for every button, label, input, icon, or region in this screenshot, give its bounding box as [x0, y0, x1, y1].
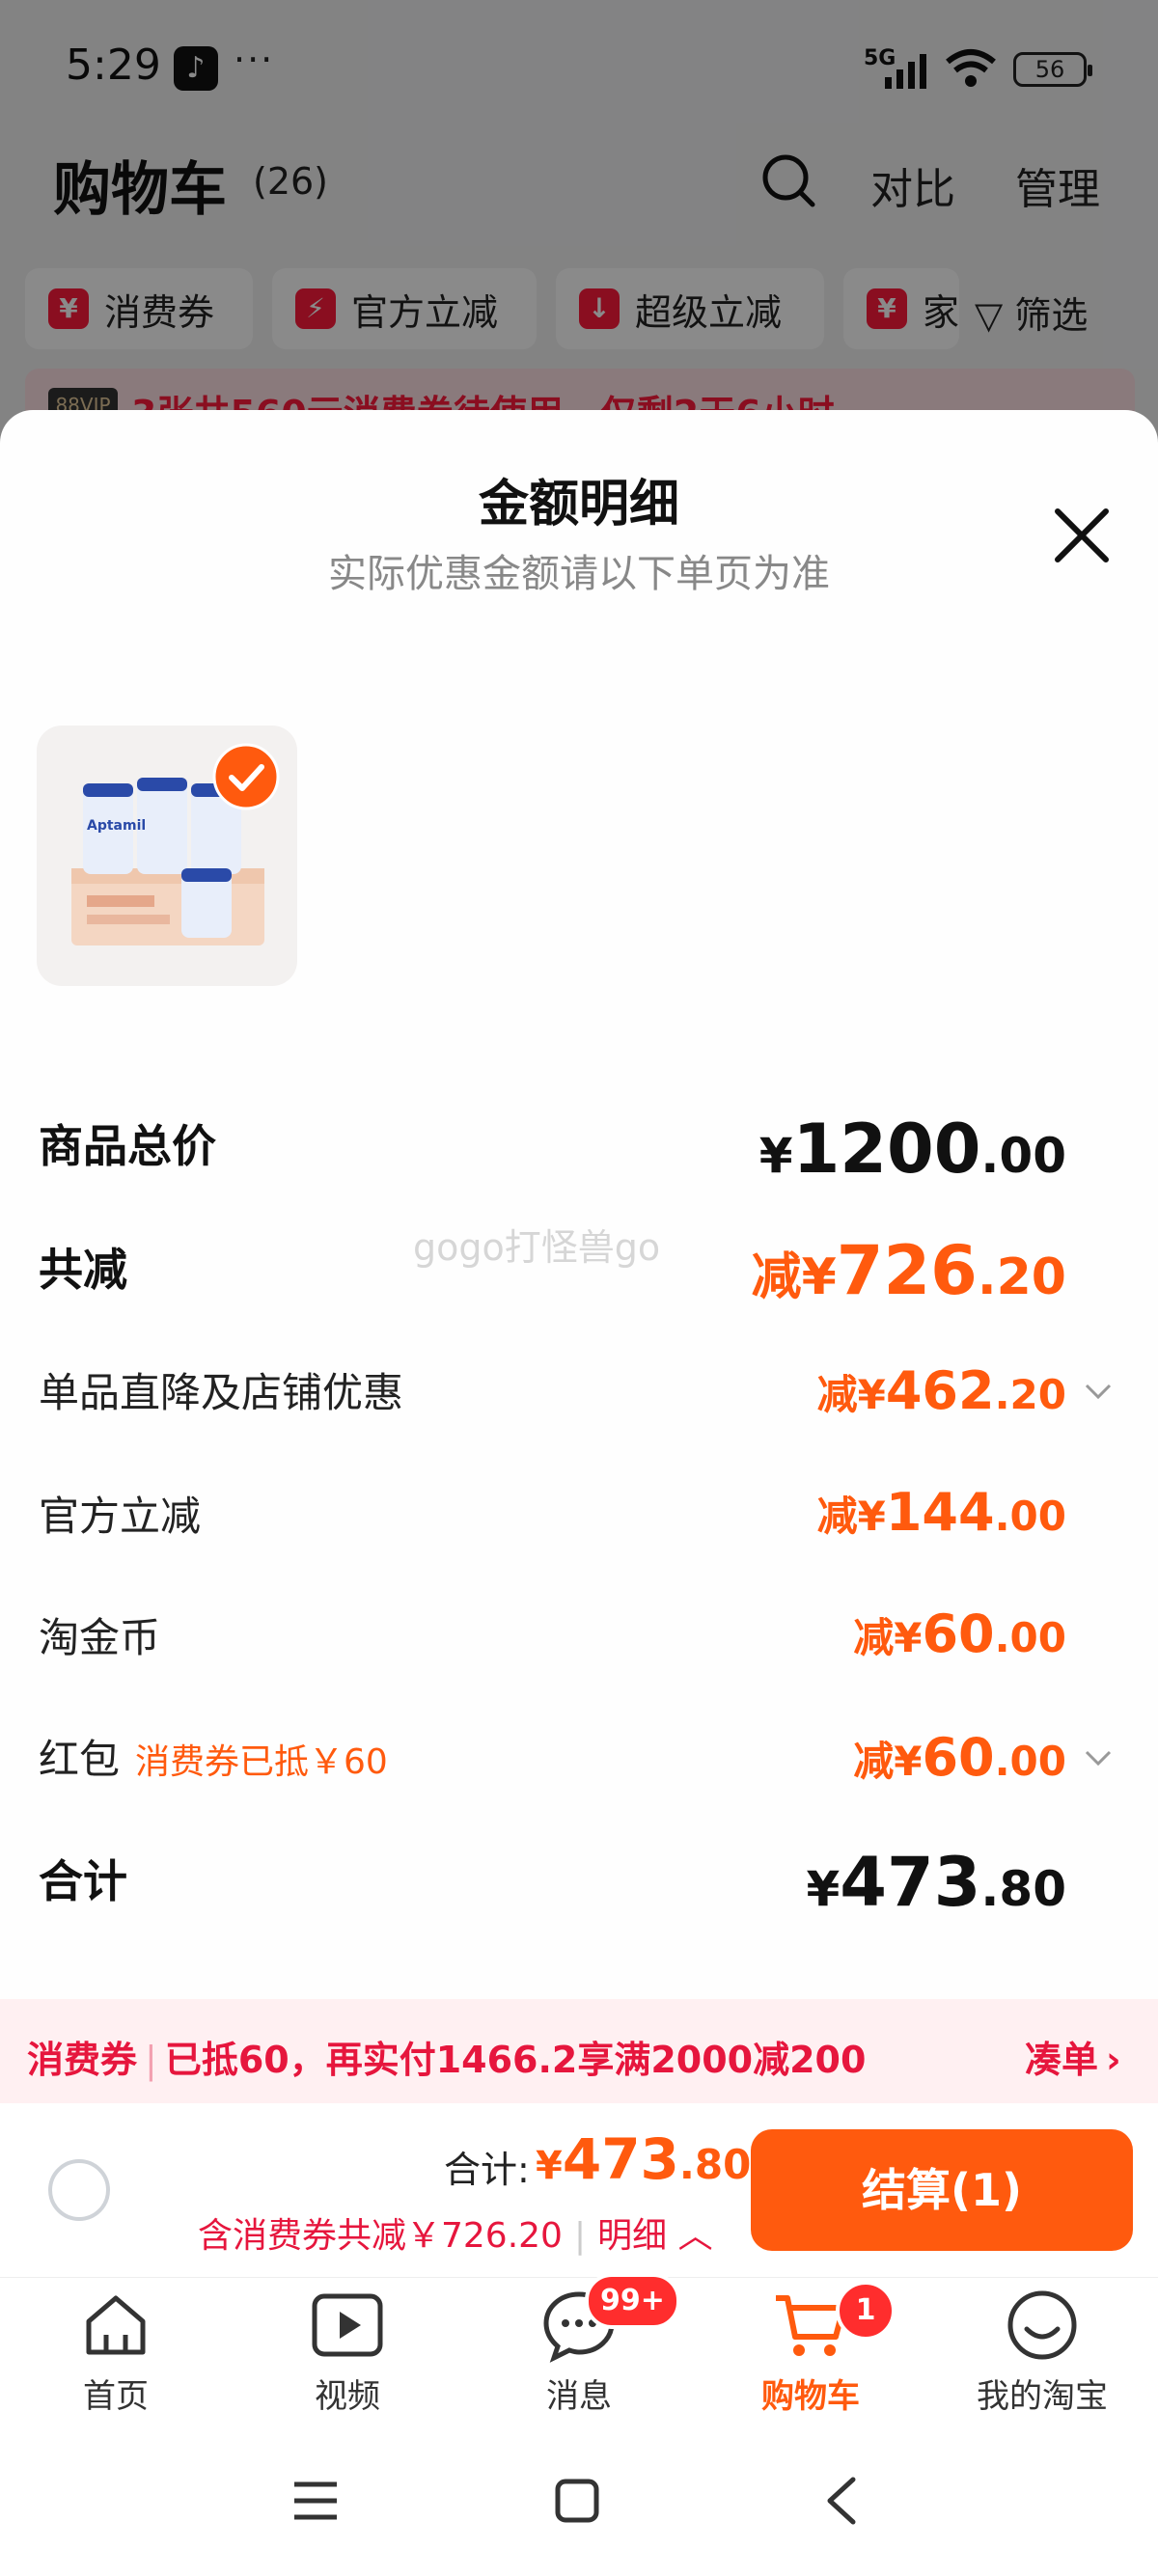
redpack-row-label: 红包 消费券已抵￥60 — [39, 1727, 388, 1786]
tab-label: 我的淘宝 — [977, 2377, 1108, 2416]
redpack-note: 消费券已抵￥60 — [135, 1742, 388, 1782]
modal-overlay[interactable] — [0, 0, 1158, 444]
official-discount-amount: 减¥144.00 — [816, 1482, 1066, 1543]
checkout-button[interactable]: 结算(1) — [751, 2129, 1133, 2251]
product-name: Aptamil — [87, 818, 147, 834]
home-icon — [86, 2295, 146, 2355]
tab-profile[interactable]: 我的淘宝 — [946, 2287, 1139, 2417]
discount-summary: 含消费券共减￥726.20 | 明细 ︿ — [198, 2207, 713, 2258]
discount-amount: 减¥726.20 — [751, 1231, 1066, 1310]
sum-amount: ¥473.80 — [806, 1843, 1067, 1922]
coupon-tag: 消费券 — [27, 2039, 138, 2081]
coins-amount: 减¥60.00 — [853, 1603, 1066, 1664]
tab-label: 视频 — [315, 2377, 380, 2416]
discount-note: 含消费券共减￥726.20 — [198, 2216, 563, 2256]
chevron-down-icon[interactable] — [1083, 1376, 1114, 1407]
watermark: gogo打怪兽go — [413, 1226, 661, 1269]
chevron-right-icon: › — [1106, 2039, 1121, 2081]
divider: | — [573, 2216, 587, 2256]
profile-icon — [1007, 2290, 1077, 2360]
coins-label: 淘金币 — [39, 1614, 161, 1661]
select-all-radio[interactable] — [48, 2159, 110, 2221]
message-badge: 99+ — [585, 2273, 680, 2329]
sheet-title: 金额明细 — [478, 476, 679, 534]
detail-link[interactable]: 明细 ︿ — [597, 2216, 712, 2256]
tab-label: 首页 — [83, 2377, 149, 2416]
coupon-text: 已抵60，再实付1466.2享满2000减200 — [164, 2039, 867, 2081]
tab-label: 购物车 — [761, 2377, 860, 2416]
cart-badge: 1 — [836, 2281, 896, 2341]
coupon-info: 消费券 | 已抵60，再实付1466.2享满2000减200 — [27, 2030, 866, 2083]
redpack-label: 红包 — [39, 1736, 121, 1783]
chevron-up-icon: ︿ — [677, 2216, 713, 2256]
add-items-label: 凑单 — [1025, 2039, 1099, 2081]
close-icon[interactable] — [1048, 502, 1116, 569]
video-icon — [312, 2293, 383, 2357]
total-price-label: 商品总价 — [39, 1120, 216, 1172]
total-amount: ¥473.80 — [536, 2126, 752, 2192]
add-items-link[interactable]: 凑单 › — [1025, 2030, 1121, 2083]
discount-label: 共减 — [39, 1244, 127, 1296]
sheet-subtitle: 实际优惠金额请以下单页为准 — [328, 552, 830, 596]
detail-label: 明细 — [597, 2216, 668, 2256]
tab-label: 消息 — [546, 2377, 612, 2416]
sum-label: 合计 — [39, 1855, 127, 1907]
back-icon[interactable] — [822, 2476, 861, 2526]
coupon-divider: | — [145, 2039, 157, 2081]
total-label: 合计: — [444, 2149, 530, 2191]
check-icon[interactable] — [212, 743, 280, 810]
home-square-icon[interactable] — [554, 2478, 600, 2524]
menu-icon[interactable] — [291, 2480, 340, 2522]
total-price-amount: ¥1200.00 — [758, 1110, 1066, 1189]
tab-home[interactable]: 首页 — [19, 2287, 212, 2417]
store-discount-amount[interactable]: 减¥462.20 — [817, 1360, 1066, 1421]
tab-video[interactable]: 视频 — [251, 2287, 444, 2417]
official-discount-label: 官方立减 — [39, 1493, 202, 1540]
store-discount-label: 单品直降及店铺优惠 — [39, 1369, 404, 1416]
redpack-amount[interactable]: 减¥60.00 — [853, 1727, 1066, 1788]
chevron-down-icon[interactable] — [1083, 1742, 1114, 1773]
